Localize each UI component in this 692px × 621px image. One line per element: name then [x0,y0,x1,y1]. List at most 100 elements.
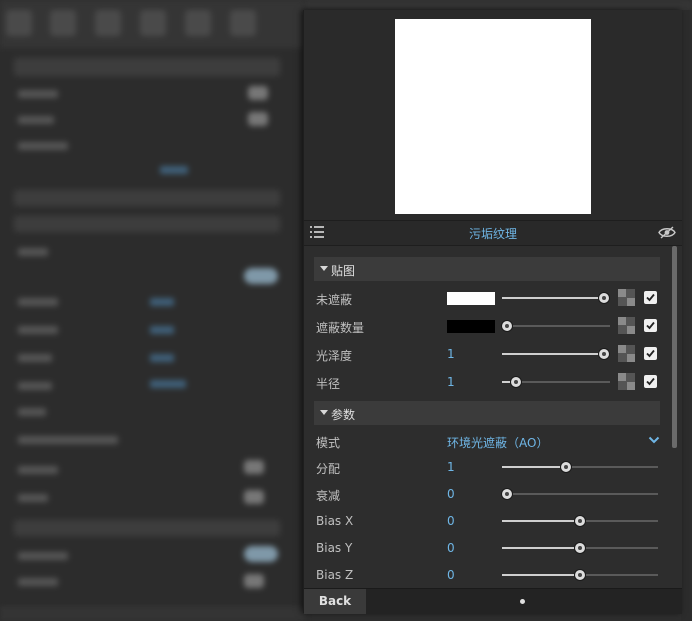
property-value[interactable]: 1 [447,460,455,474]
property-row-bias-x: Bias X 0 [304,508,672,534]
color-swatch-unoccluded[interactable] [447,292,495,305]
property-label: 衰减 [316,489,341,503]
background-tool-button [95,10,121,36]
property-row-distribution: 分配 1 [304,454,672,480]
panel-title: 污垢纹理 [468,227,517,241]
background-row [18,436,118,444]
background-knob [244,490,264,504]
background-row [18,466,58,474]
section-label: 贴图 [331,264,356,278]
checker-texture-icon[interactable] [618,317,635,334]
slider-unoccluded[interactable] [502,293,610,303]
background-tool-button [185,10,211,36]
properties-scroll-region[interactable]: 贴图 未遮蔽 遮蔽数量 光泽度 1 半径 1 参数 模式 环境光遮蔽（AO） 分… [304,246,682,588]
background-row [18,326,58,334]
background-value [150,326,174,334]
background-top-strip [305,0,692,10]
texture-preview-area [304,10,682,220]
slider-bias-x[interactable] [502,516,658,526]
slider-radius[interactable] [502,377,610,387]
color-swatch-occluded[interactable] [447,320,495,333]
property-value[interactable]: 0 [447,568,455,582]
checker-texture-icon[interactable] [618,345,635,362]
property-row-mode[interactable]: 模式 环境光遮蔽（AO） [304,428,672,454]
property-label: 分配 [316,462,341,476]
background-section [14,58,280,76]
property-value[interactable]: 1 [447,347,455,361]
slider-thumb[interactable] [575,570,585,580]
property-row-radius: 半径 1 [304,369,672,395]
property-label: 光泽度 [316,349,353,363]
slider-thumb[interactable] [502,321,513,331]
slider-thumb[interactable] [575,543,585,553]
slider-glossiness[interactable] [502,349,610,359]
slider-thumb[interactable] [560,462,571,472]
background-value [150,298,174,306]
background-section [14,216,280,232]
panel-title-bar: 污垢纹理 [304,220,682,246]
slider-thumb[interactable] [598,349,609,359]
checkbox-unoccluded[interactable] [644,291,657,304]
slider-thumb[interactable] [598,293,609,303]
section-header-maps[interactable]: 贴图 [314,257,660,281]
background-tool-button [230,10,256,36]
background-toggle [244,546,278,562]
background-value [150,380,186,388]
slider-bias-z[interactable] [502,570,658,580]
checker-texture-icon[interactable] [618,289,635,306]
slider-thumb[interactable] [511,377,522,387]
property-label: Bias Y [316,541,353,555]
background-row [18,142,68,150]
property-row-unoccluded: 未遮蔽 [304,285,672,311]
back-button[interactable]: Back [304,589,366,614]
checkbox-radius[interactable] [644,375,657,388]
background-row [18,494,48,502]
property-label: 遮蔽数量 [316,321,365,335]
background-app [0,0,305,621]
property-value[interactable]: 0 [447,514,455,528]
property-value[interactable]: 0 [447,487,455,501]
property-value[interactable]: 0 [447,541,455,555]
slider-distribution[interactable] [502,462,658,472]
property-label: Bias X [316,514,354,528]
background-row [18,552,68,560]
background-row [18,116,54,124]
background-row [18,354,52,362]
background-tool-button [50,10,76,36]
background-knob [248,86,268,100]
collapse-triangle-icon [320,266,328,271]
background-section [14,520,280,536]
slider-bias-y[interactable] [502,543,658,553]
mode-dropdown[interactable]: 环境光遮蔽（AO） [447,434,548,451]
slider-falloff[interactable] [501,489,658,499]
background-right-strip [681,10,692,621]
eye-hidden-icon[interactable] [658,226,676,239]
section-header-parameters[interactable]: 参数 [314,401,660,425]
background-bottom-strip [0,606,305,621]
background-tool-button [140,10,166,36]
slider-thumb[interactable] [575,516,585,526]
property-label: 半径 [316,377,341,391]
chevron-down-icon[interactable] [648,434,660,448]
background-section [14,190,280,206]
slider-occluded-amount[interactable] [502,321,610,331]
checkbox-glossiness[interactable] [644,347,657,360]
property-value[interactable]: 1 [447,375,455,389]
section-label: 参数 [331,408,356,422]
background-knob [244,574,264,588]
background-knob [248,112,268,126]
vertical-scrollbar[interactable] [672,246,677,448]
property-row-glossiness: 光泽度 1 [304,341,672,367]
background-tool-button [6,10,32,36]
checker-texture-icon[interactable] [618,373,635,390]
property-row-falloff: 衰减 0 [304,481,672,507]
slider-thumb[interactable] [501,489,512,499]
background-toolbar [0,0,305,48]
background-row [18,578,58,586]
background-row [18,408,46,416]
background-row [18,90,58,98]
background-row [18,248,48,256]
property-label: 模式 [316,436,341,450]
collapse-triangle-icon [320,410,328,415]
checkbox-occluded-amount[interactable] [644,319,657,332]
